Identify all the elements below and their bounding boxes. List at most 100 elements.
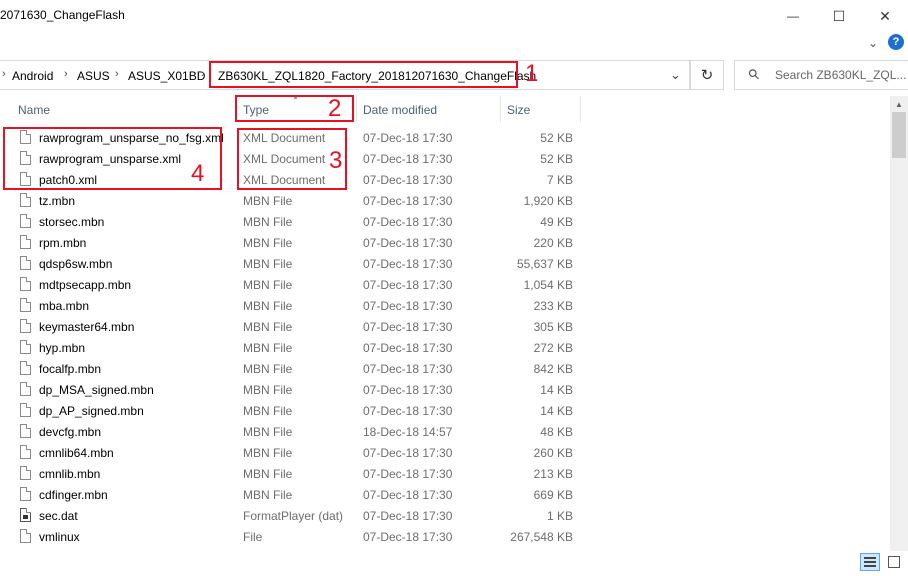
file-row[interactable]: devcfg.mbn MBN File 18-Dec-18 14:57 48 KB [0, 422, 890, 443]
file-size: 305 KB [533, 320, 573, 334]
annotation-number-3: 3 [329, 147, 343, 174]
large-icons-view-icon [888, 556, 900, 568]
file-type: MBN File [243, 362, 293, 376]
breadcrumb-android[interactable]: Android [12, 69, 53, 83]
file-size: 52 KB [540, 152, 573, 166]
close-button[interactable]: ✕ [862, 0, 908, 32]
details-view-icon [864, 557, 876, 559]
file-row[interactable]: mdtpsecapp.mbn MBN File 07-Dec-18 17:30 1,0… [0, 275, 890, 296]
file-row[interactable]: tz.mbn MBN File 07-Dec-18 17:30 1,920 KB [0, 191, 890, 212]
file-name: tz.mbn [39, 194, 76, 208]
title-bar: 2071630_ChangeFlash — ☐ ✕ [0, 0, 908, 32]
address-history-dropdown[interactable]: ⌄ [670, 67, 681, 83]
file-row[interactable]: cmnlib.mbn MBN File 07-Dec-18 17:30 213 KB [0, 464, 890, 485]
search-box[interactable]: ⚲ Search ZB630KL_ZQL... [734, 60, 908, 90]
breadcrumb-asus-x01bd[interactable]: ASUS_X01BD [128, 69, 205, 83]
file-row[interactable]: vmlinux File 07-Dec-18 17:30 267,548 KB [0, 527, 890, 548]
annotation-box-xml-files [3, 127, 222, 190]
file-icon [20, 466, 31, 480]
file-size: 48 KB [540, 425, 573, 439]
file-row[interactable]: rpm.mbn MBN File 07-Dec-18 17:30 220 KB [0, 233, 890, 254]
file-date-modified: 07-Dec-18 17:30 [363, 509, 453, 523]
file-date-modified: 07-Dec-18 17:30 [363, 173, 453, 187]
file-row[interactable]: keymaster64.mbn MBN File 07-Dec-18 17:30 30… [0, 317, 890, 338]
file-icon [20, 445, 31, 459]
file-type: MBN File [243, 236, 293, 250]
file-date-modified: 07-Dec-18 17:30 [363, 488, 453, 502]
expand-ribbon-button[interactable]: ⌄ [864, 34, 882, 52]
file-date-modified: 07-Dec-18 17:30 [363, 320, 453, 334]
file-date-modified: 07-Dec-18 17:30 [363, 215, 453, 229]
scroll-up-arrow-icon[interactable]: ▲ [890, 96, 908, 112]
file-name: mdtpsecapp.mbn [39, 278, 132, 292]
annotation-number-1: 1 [525, 60, 539, 87]
file-name: vmlinux [39, 530, 80, 544]
file-size: 14 KB [540, 383, 573, 397]
column-header-size[interactable]: Size [507, 103, 530, 117]
file-row[interactable]: dp_MSA_signed.mbn MBN File 07-Dec-18 17:30… [0, 380, 890, 401]
file-name: hyp.mbn [39, 341, 86, 355]
details-view-button[interactable] [860, 553, 880, 571]
file-type: FormatPlayer (dat) [243, 509, 344, 523]
file-date-modified: 07-Dec-18 17:30 [363, 341, 453, 355]
search-input[interactable]: Search ZB630KL_ZQL... [775, 68, 906, 82]
column-header-name[interactable]: Name [18, 103, 50, 117]
search-icon: ⚲ [744, 64, 764, 84]
file-size: 669 KB [533, 488, 573, 502]
file-name: devcfg.mbn [39, 425, 102, 439]
file-row[interactable]: cmnlib64.mbn MBN File 07-Dec-18 17:30 260 K… [0, 443, 890, 464]
breadcrumb-separator[interactable]: › [201, 68, 205, 80]
file-date-modified: 18-Dec-18 14:57 [363, 425, 453, 439]
column-divider[interactable] [356, 96, 357, 122]
file-icon [20, 424, 31, 438]
column-divider[interactable] [580, 96, 581, 122]
file-name: rpm.mbn [39, 236, 87, 250]
file-type: MBN File [243, 194, 293, 208]
file-size: 213 KB [533, 467, 573, 481]
maximize-button[interactable]: ☐ [816, 0, 862, 32]
file-icon [20, 193, 31, 207]
file-date-modified: 07-Dec-18 17:30 [363, 467, 453, 481]
breadcrumb-asus[interactable]: ASUS [77, 69, 110, 83]
maximize-icon: ☐ [832, 7, 846, 24]
file-row[interactable]: dp_AP_signed.mbn MBN File 07-Dec-18 17:30 1… [0, 401, 890, 422]
minimize-button[interactable]: — [770, 0, 816, 32]
file-row[interactable]: mba.mbn MBN File 07-Dec-18 17:30 233 KB [0, 296, 890, 317]
breadcrumb-separator[interactable]: › [115, 68, 119, 80]
file-name: storsec.mbn [39, 215, 105, 229]
file-icon [20, 319, 31, 333]
file-name: mba.mbn [39, 299, 90, 313]
file-name: cmnlib.mbn [39, 467, 101, 481]
file-type: MBN File [243, 320, 293, 334]
refresh-button[interactable]: ↻ [690, 60, 724, 90]
file-size: 1,054 KB [523, 278, 573, 292]
help-button[interactable]: ? [888, 34, 904, 50]
file-row[interactable]: focalfp.mbn MBN File 07-Dec-18 17:30 842 KB [0, 359, 890, 380]
file-icon [20, 361, 31, 375]
file-row[interactable]: storsec.mbn MBN File 07-Dec-18 17:30 49 KB [0, 212, 890, 233]
details-view-icon-line [864, 565, 876, 567]
file-type: MBN File [243, 404, 293, 418]
file-type: MBN File [243, 278, 293, 292]
file-name: cmnlib64.mbn [39, 446, 114, 460]
file-size: 55,637 KB [516, 257, 573, 271]
file-type: MBN File [243, 383, 293, 397]
file-row[interactable]: sec.dat FormatPlayer (dat) 07-Dec-18 17:30… [0, 506, 890, 527]
file-size: 1,920 KB [523, 194, 573, 208]
file-size: 49 KB [540, 215, 573, 229]
column-header-date-modified[interactable]: Date modified [363, 103, 437, 117]
annotation-number-2: 2 [328, 95, 342, 122]
file-name: qdsp6sw.mbn [39, 257, 113, 271]
file-icon [20, 340, 31, 354]
file-row[interactable]: hyp.mbn MBN File 07-Dec-18 17:30 272 KB [0, 338, 890, 359]
file-type: MBN File [243, 488, 293, 502]
file-date-modified: 07-Dec-18 17:30 [363, 362, 453, 376]
vertical-scrollbar[interactable] [890, 96, 908, 551]
large-icons-view-button[interactable] [884, 553, 904, 571]
scrollbar-thumb[interactable] [892, 112, 906, 158]
file-row[interactable]: qdsp6sw.mbn MBN File 07-Dec-18 17:30 55,637… [0, 254, 890, 275]
column-divider[interactable] [500, 96, 501, 122]
breadcrumb-separator[interactable]: › [64, 68, 68, 80]
details-view-icon-line [864, 561, 876, 563]
file-row[interactable]: cdfinger.mbn MBN File 07-Dec-18 17:30 669 K… [0, 485, 890, 506]
